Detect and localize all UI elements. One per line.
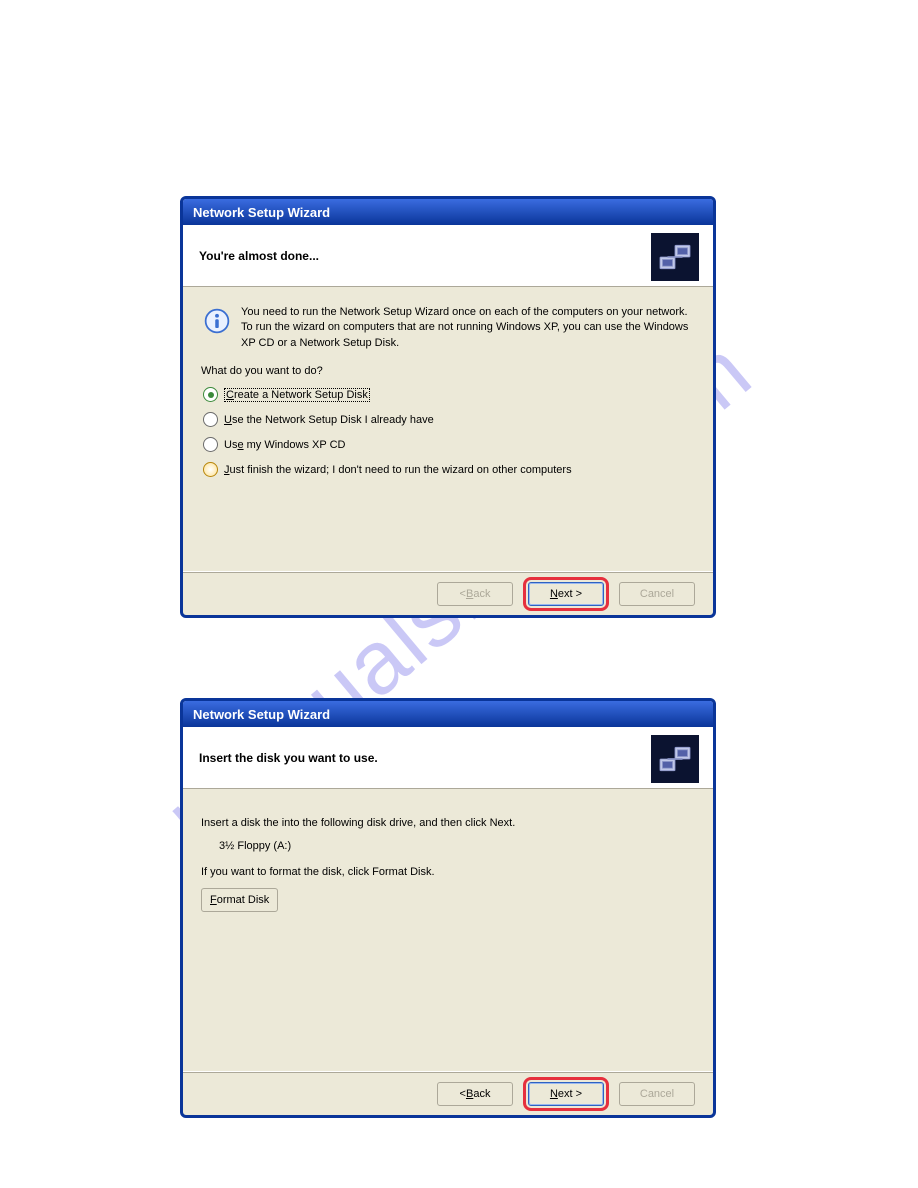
option-label: Create a Network Setup Disk [224, 388, 370, 402]
wizard-footer: < Back Next > Cancel [183, 571, 713, 616]
title-text: Network Setup Wizard [193, 205, 330, 220]
wizard-header: You're almost done... [183, 225, 713, 287]
next-highlight: Next > [523, 1077, 609, 1111]
radio-icon [203, 437, 218, 452]
header-title: You're almost done... [199, 249, 319, 263]
wizard-body: You need to run the Network Setup Wizard… [183, 287, 713, 571]
network-icon [651, 233, 699, 281]
radio-icon [203, 412, 218, 427]
next-highlight: Next > [523, 577, 609, 611]
wizard-body: Insert a disk the into the following dis… [183, 789, 713, 1071]
back-button[interactable]: < Back [437, 1082, 513, 1106]
next-button[interactable]: Next > [528, 582, 604, 606]
instruction-line-2: If you want to format the disk, click Fo… [201, 864, 695, 881]
option-use-cd[interactable]: Use my Windows XP CD [203, 437, 695, 452]
info-text: You need to run the Network Setup Wizard… [241, 305, 695, 351]
wizard-dialog-2: Network Setup Wizard Insert the disk you… [180, 698, 716, 1118]
option-label: Use the Network Setup Disk I already hav… [224, 414, 434, 426]
wizard-dialog-1: Network Setup Wizard You're almost done.… [180, 196, 716, 618]
format-disk-button[interactable]: Format Disk [201, 888, 278, 912]
next-button[interactable]: Next > [528, 1082, 604, 1106]
option-label: Just finish the wizard; I don't need to … [224, 464, 572, 476]
wizard-header: Insert the disk you want to use. [183, 727, 713, 789]
option-just-finish[interactable]: Just finish the wizard; I don't need to … [203, 462, 695, 477]
titlebar: Network Setup Wizard [183, 199, 713, 225]
back-button: < Back [437, 582, 513, 606]
prompt-text: What do you want to do? [201, 365, 695, 377]
title-text: Network Setup Wizard [193, 707, 330, 722]
option-create-disk[interactable]: Create a Network Setup Disk [203, 387, 695, 402]
titlebar: Network Setup Wizard [183, 701, 713, 727]
option-label: Use my Windows XP CD [224, 439, 345, 451]
radio-group: Create a Network Setup Disk Use the Netw… [203, 387, 695, 477]
info-box: You need to run the Network Setup Wizard… [201, 305, 695, 351]
radio-icon [203, 462, 218, 477]
network-icon [651, 735, 699, 783]
option-use-disk[interactable]: Use the Network Setup Disk I already hav… [203, 412, 695, 427]
radio-icon [203, 387, 218, 402]
cancel-button: Cancel [619, 582, 695, 606]
info-icon [201, 305, 233, 337]
header-title: Insert the disk you want to use. [199, 751, 378, 765]
drive-label: 3½ Floppy (A:) [219, 840, 695, 852]
wizard-footer: < Back Next > Cancel [183, 1071, 713, 1116]
instruction-line-1: Insert a disk the into the following dis… [201, 815, 695, 832]
cancel-button: Cancel [619, 1082, 695, 1106]
